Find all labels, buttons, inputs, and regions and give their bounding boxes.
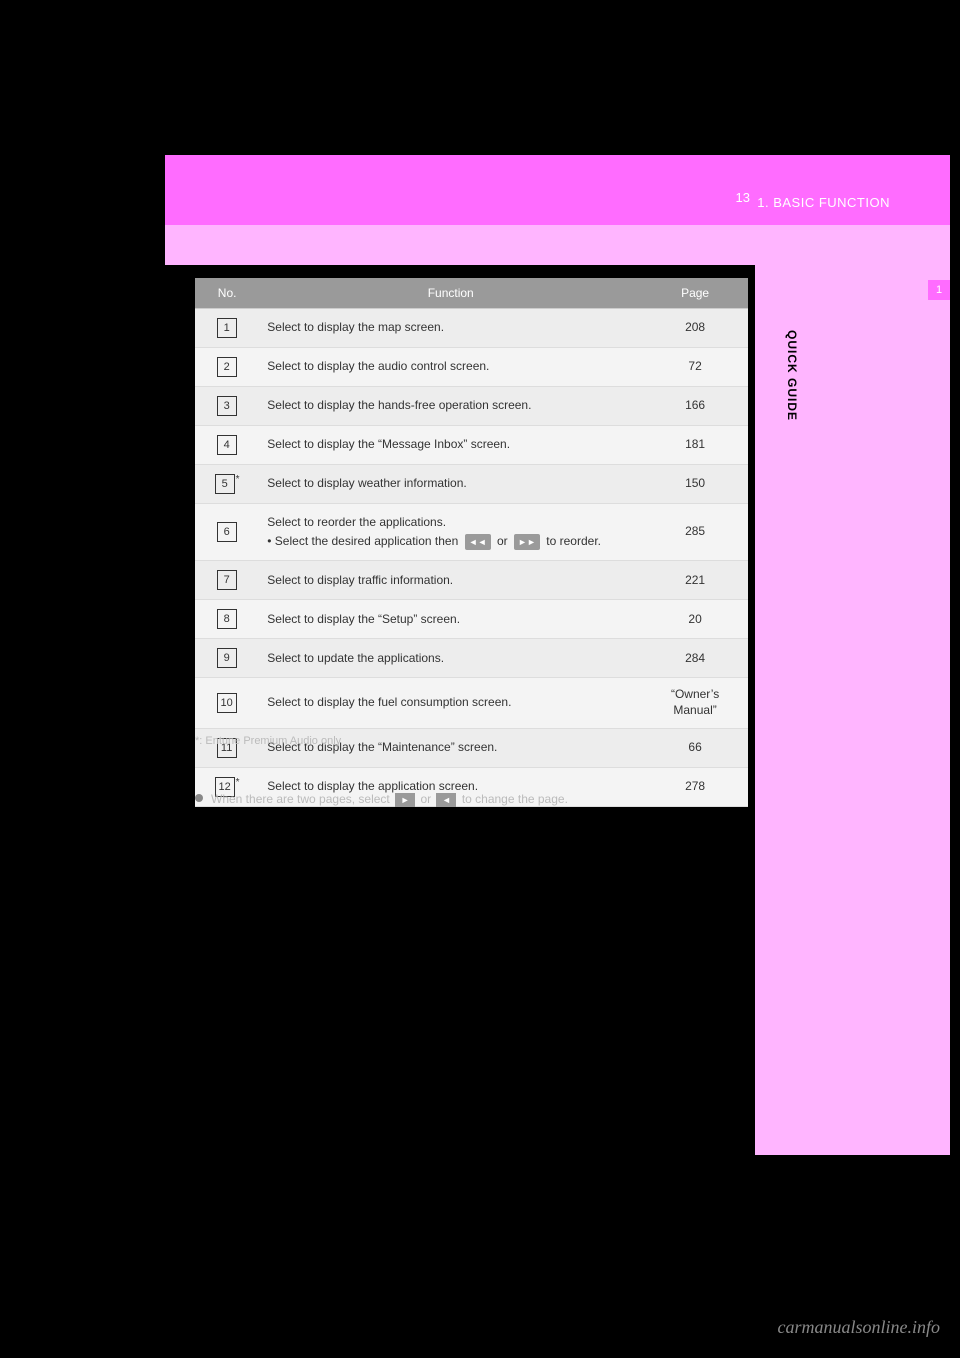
row-number-box: 2 xyxy=(217,357,237,377)
forward-icon: ►► xyxy=(514,534,540,550)
row-function-line1: Select to reorder the applications. xyxy=(267,515,446,529)
row-function: Select to display the audio control scre… xyxy=(259,348,642,387)
header-bar: 1. BASIC FUNCTION xyxy=(165,155,950,225)
row-page: 285 xyxy=(642,504,748,561)
next-page-icon: ► xyxy=(395,793,415,807)
table-header-row: No. Function Page xyxy=(195,278,748,309)
row-star: * xyxy=(236,474,240,485)
footnote: *: Entune Premium Audio only xyxy=(195,735,341,747)
function-table: No. Function Page 1 Select to display th… xyxy=(195,278,748,807)
side-tab-number: 1 xyxy=(928,280,950,300)
row-number-box: 4 xyxy=(217,435,237,455)
rewind-icon: ◄◄ xyxy=(465,534,491,550)
side-panel: 1 QUICK GUIDE xyxy=(755,265,950,1155)
info-note-post: to change the page. xyxy=(462,792,568,806)
row-function: Select to display the fuel consumption s… xyxy=(259,678,642,728)
info-note-mid: or xyxy=(420,792,434,806)
col-header-no: No. xyxy=(195,278,259,309)
table-row: 2 Select to display the audio control sc… xyxy=(195,348,748,387)
row-function-line2-post: to reorder. xyxy=(546,534,601,548)
table-row: 11 Select to display the “Maintenance” s… xyxy=(195,728,748,767)
row-page: 20 xyxy=(642,600,748,639)
table-row: 3 Select to display the hands-free opera… xyxy=(195,387,748,426)
row-function: Select to display weather information. xyxy=(259,465,642,504)
row-function: Select to display the hands-free operati… xyxy=(259,387,642,426)
watermark: carmanualsonline.info xyxy=(778,1317,941,1338)
table-row: 8 Select to display the “Setup” screen. … xyxy=(195,600,748,639)
row-number-box: 10 xyxy=(217,693,237,713)
table-row: 10 Select to display the fuel consumptio… xyxy=(195,678,748,728)
col-header-function: Function xyxy=(259,278,642,309)
row-function: Select to reorder the applications. • Se… xyxy=(259,504,642,561)
row-page: 150 xyxy=(642,465,748,504)
row-page: 208 xyxy=(642,309,748,348)
row-function: Select to display traffic information. xyxy=(259,561,642,600)
row-function: Select to update the applications. xyxy=(259,639,642,678)
info-bullet-icon xyxy=(195,794,203,802)
row-function: Select to display the map screen. xyxy=(259,309,642,348)
table-row: 6 Select to reorder the applications. • … xyxy=(195,504,748,561)
row-star: * xyxy=(236,777,240,788)
row-number-box: 8 xyxy=(217,609,237,629)
info-note-pre: When there are two pages, select xyxy=(211,792,393,806)
row-function: Select to display the “Setup” screen. xyxy=(259,600,642,639)
row-number-box: 5 xyxy=(215,474,235,494)
row-page: 72 xyxy=(642,348,748,387)
page-number: 13 xyxy=(736,190,750,205)
row-page: 284 xyxy=(642,639,748,678)
row-function-line2-mid: or xyxy=(497,534,511,548)
row-page: 66 xyxy=(642,728,748,767)
section-title: 1. BASIC FUNCTION xyxy=(757,195,890,210)
table-row: 9 Select to update the applications. 284 xyxy=(195,639,748,678)
row-number-box: 1 xyxy=(217,318,237,338)
row-page: 181 xyxy=(642,426,748,465)
subheader-strip xyxy=(165,225,950,265)
row-number-box: 6 xyxy=(217,522,237,542)
row-function: Select to display the “Maintenance” scre… xyxy=(259,728,642,767)
prev-page-icon: ◄ xyxy=(436,793,456,807)
table-row: 7 Select to display traffic information.… xyxy=(195,561,748,600)
row-number-box: 3 xyxy=(217,396,237,416)
row-function: Select to display the “Message Inbox” sc… xyxy=(259,426,642,465)
row-page: 166 xyxy=(642,387,748,426)
table-row: 1 Select to display the map screen. 208 xyxy=(195,309,748,348)
col-header-page: Page xyxy=(642,278,748,309)
row-function-line2-pre: • Select the desired application then xyxy=(267,534,461,548)
row-page: “Owner’s Manual” xyxy=(642,678,748,728)
row-number-box: 9 xyxy=(217,648,237,668)
table-row: 4 Select to display the “Message Inbox” … xyxy=(195,426,748,465)
row-page: 221 xyxy=(642,561,748,600)
side-label: QUICK GUIDE xyxy=(785,330,799,421)
info-note: When there are two pages, select ► or ◄ … xyxy=(195,790,748,808)
row-number-box: 7 xyxy=(217,570,237,590)
table-row: 5* Select to display weather information… xyxy=(195,465,748,504)
